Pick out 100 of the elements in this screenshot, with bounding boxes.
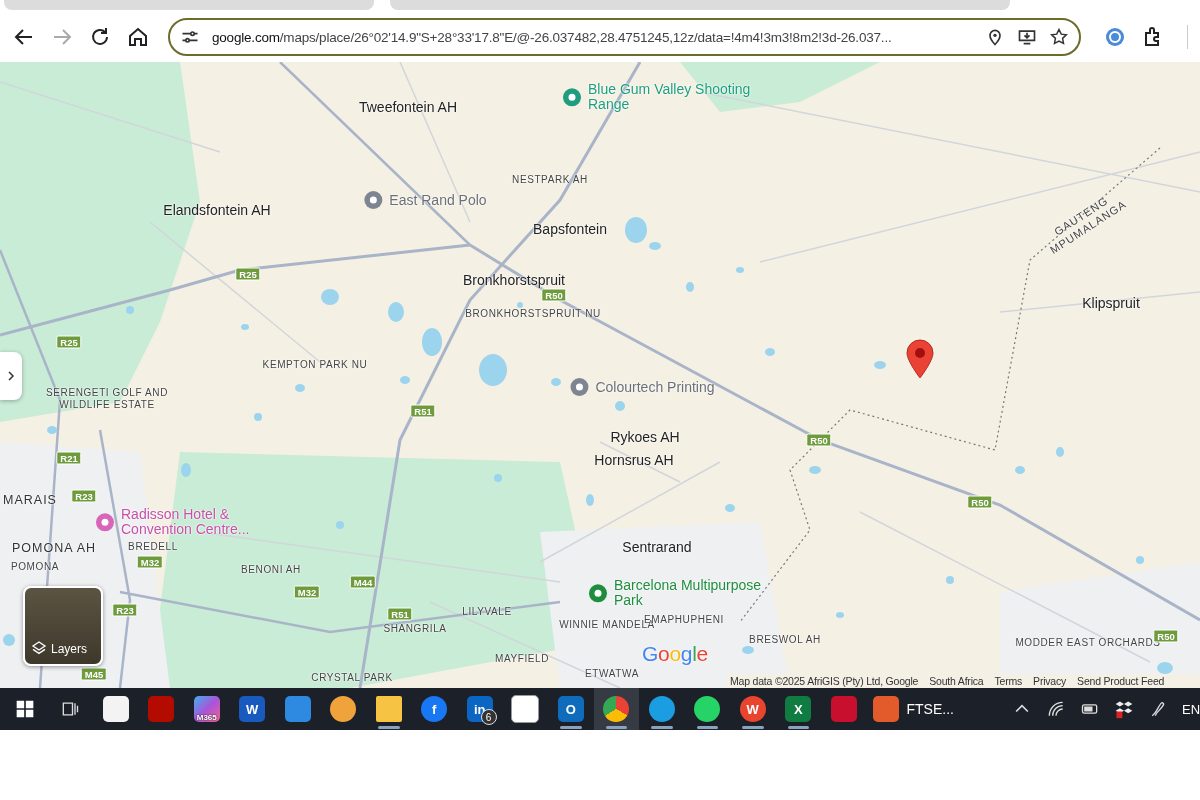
road-shield: R25 — [235, 267, 261, 281]
place-label: MARAIS — [3, 493, 57, 507]
address-bar[interactable]: google.com/maps/place/26°02'14.9"S+28°33'17.8"E/@-26.037482,28.4751245,12z/data=!4m4!3m3!8m2!3d-26.037... — [168, 18, 1081, 56]
map-footer-link[interactable]: South Africa — [929, 675, 984, 687]
lake — [742, 646, 754, 654]
lake — [946, 576, 954, 584]
place-label: BENONI AH — [241, 564, 301, 576]
place-label: Sentrarand — [622, 539, 692, 555]
map-footer-link[interactable]: Send Product Feed — [1077, 675, 1165, 687]
place-label: NESTPARK AH — [512, 174, 588, 186]
home-icon[interactable] — [126, 25, 150, 49]
app-icon — [102, 696, 129, 722]
place-label: POMONA — [10, 561, 60, 573]
poi-label[interactable]: Colourtech Printing — [595, 379, 715, 395]
road-shield: R50 — [541, 288, 567, 302]
place-label: BREDELL — [128, 541, 178, 553]
lake — [254, 413, 262, 421]
lake — [551, 378, 561, 386]
lake — [625, 217, 647, 243]
lake — [388, 302, 404, 322]
lake — [736, 267, 744, 273]
place-label: ETWATWA — [585, 668, 639, 680]
app-icon — [511, 695, 540, 723]
app-icon: f — [421, 696, 448, 722]
taskbar-app-button[interactable] — [593, 688, 639, 730]
lake — [126, 306, 134, 314]
lake — [295, 384, 305, 392]
place-label: MAYFIELD — [494, 653, 550, 665]
lake — [1157, 662, 1173, 674]
expand-panel-button[interactable] — [0, 352, 22, 400]
road-shield: R50 — [967, 495, 993, 509]
app-icon — [648, 696, 675, 722]
place-label: LILYVALE — [462, 606, 512, 618]
app-icon — [148, 696, 175, 722]
poi-label[interactable]: Barcelona Multipurpose Park — [614, 578, 784, 608]
google-logo: Google — [642, 642, 708, 666]
lake — [494, 474, 502, 482]
poi-marker-icon[interactable] — [95, 512, 115, 532]
map-pin-icon[interactable] — [906, 339, 934, 379]
place-label: CRYSTAL PARK — [311, 672, 393, 684]
road-shield: R25 — [56, 335, 82, 349]
map-footer-link[interactable]: Terms — [994, 675, 1023, 687]
lake — [1015, 466, 1025, 474]
place-label: Bronkhorstspruit — [463, 272, 565, 288]
lake — [321, 289, 339, 305]
poi-label[interactable]: Radisson Hotel & Convention Centre... — [121, 507, 291, 537]
chevron-right-icon — [7, 371, 15, 381]
taskbar-app-button[interactable]: W — [229, 688, 275, 730]
place-label: SERENGETI GOLF AND WILDLIFE ESTATE — [45, 386, 169, 410]
place-label: Bapsfontein — [533, 221, 607, 237]
star-icon[interactable] — [1049, 27, 1069, 47]
taskbar-app-button[interactable]: W — [730, 688, 776, 730]
map-footer-link[interactable]: Privacy — [1033, 675, 1067, 687]
lake — [686, 282, 694, 292]
lake — [400, 376, 410, 384]
road-shield: M32 — [136, 555, 164, 569]
lake — [874, 361, 886, 369]
lake — [517, 302, 523, 308]
app-icon: X — [785, 696, 812, 722]
road-shield: M44 — [349, 575, 377, 589]
taskbar-app-button[interactable]: X — [775, 688, 821, 730]
place-label: SHANGRILA — [383, 623, 447, 635]
layers-button[interactable]: Layers — [23, 586, 103, 666]
taskbar-app-button[interactable]: f — [411, 688, 457, 730]
lake — [615, 401, 625, 411]
app-icon — [375, 696, 402, 722]
lake — [836, 612, 844, 618]
road-shield: M32 — [293, 585, 321, 599]
lake — [649, 242, 661, 250]
lake — [181, 463, 191, 477]
taskbar-app-button[interactable]: FTSE... — [866, 688, 973, 730]
poi-marker-icon[interactable] — [363, 190, 384, 210]
place-label: BRESWOL AH — [749, 634, 821, 646]
install-icon[interactable] — [1017, 27, 1037, 47]
app-icon: M365 — [193, 696, 220, 722]
taskbar-app-button[interactable]: O — [548, 688, 594, 730]
place-label: Elandsfontein AH — [163, 202, 271, 218]
poi-label[interactable]: East Rand Polo — [389, 192, 487, 208]
place-label: BRONKHORSTSPRUIT NU — [465, 308, 601, 320]
app-icon — [330, 696, 357, 722]
map-data-credit: Map data ©2025 AfriGIS (Pty) Ltd, Google — [730, 675, 919, 687]
road-shield: R23 — [71, 489, 97, 503]
road-shield: M45 — [80, 667, 108, 681]
poi-marker-icon[interactable] — [588, 583, 608, 603]
poi-marker-icon[interactable] — [562, 87, 582, 107]
lake — [809, 466, 821, 474]
language-indicator[interactable]: EN — [1182, 701, 1200, 717]
lake — [1136, 556, 1144, 564]
road-shield: R50 — [806, 433, 832, 447]
dropbox-icon[interactable] — [1114, 699, 1134, 719]
windows-logo-icon — [14, 699, 35, 719]
poi-marker-icon[interactable] — [569, 377, 590, 397]
url-text: google.com/maps/place/26°02'14.9"S+28°33'17.8"E/@-26.037482,28.4751245,12z/data=!4m4!3m3!8m2!3d-26.037... — [212, 29, 893, 45]
wifi-icon[interactable] — [1046, 699, 1066, 719]
place-label: Tweefontein AH — [358, 99, 458, 115]
road-shield: R51 — [387, 607, 413, 621]
profile-icon[interactable] — [1103, 25, 1127, 49]
lake — [479, 354, 507, 386]
place-label: Hornsrus AH — [594, 452, 674, 468]
lake — [336, 521, 344, 529]
